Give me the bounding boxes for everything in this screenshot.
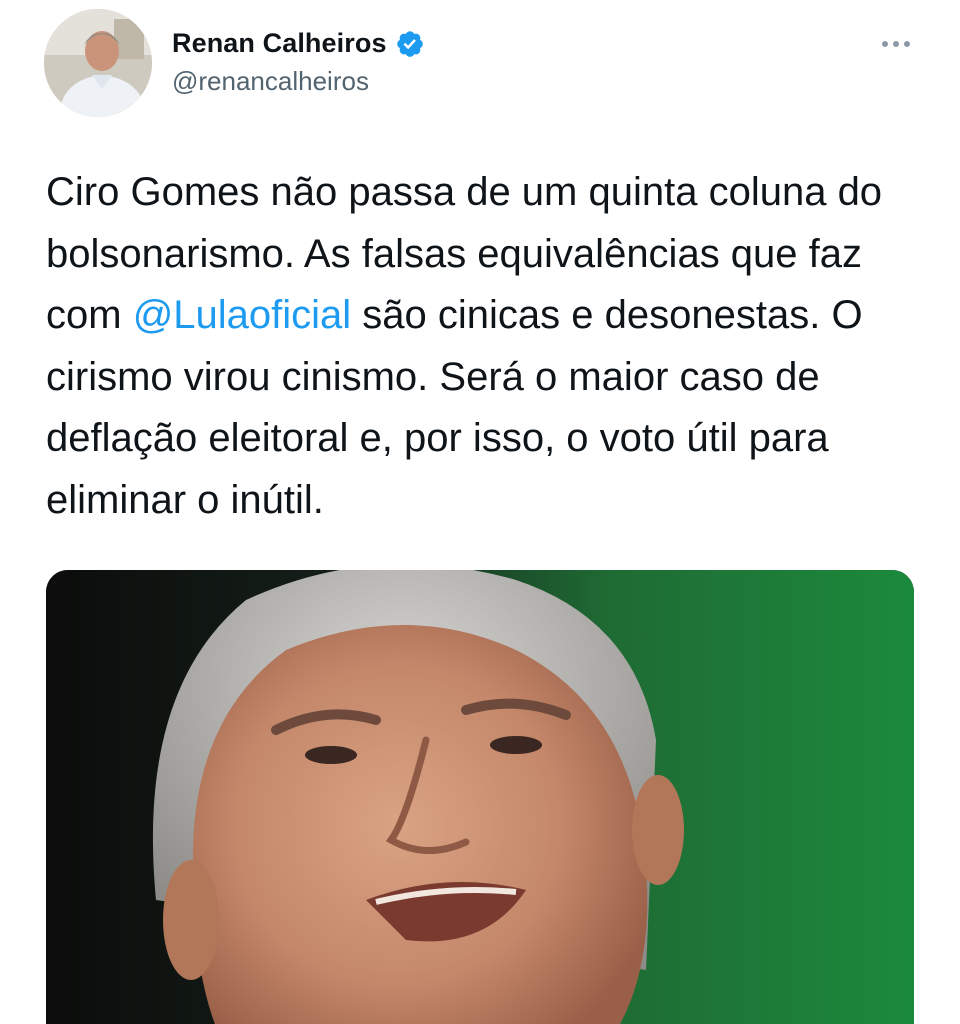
author-display-name[interactable]: Renan Calheiros: [172, 28, 387, 59]
author-handle[interactable]: @renancalheiros: [172, 66, 369, 97]
profile-photo-icon: [44, 9, 152, 117]
tweet-text: Ciro Gomes não passa de um quinta coluna…: [46, 162, 926, 532]
more-options-button[interactable]: [876, 32, 916, 56]
tweet-media-photo[interactable]: [46, 570, 914, 1024]
more-dot-icon: [904, 41, 910, 47]
man-portrait-photo-icon: [46, 570, 914, 1024]
verified-badge-icon: [396, 30, 423, 57]
author-name-row: Renan Calheiros: [172, 28, 425, 59]
tweet: Renan Calheiros @renancalheiros Ciro Gom…: [0, 0, 960, 1024]
mention-link[interactable]: @Lulaoficial: [133, 293, 352, 337]
avatar[interactable]: [44, 9, 152, 117]
more-dot-icon: [882, 41, 888, 47]
more-dot-icon: [893, 41, 899, 47]
